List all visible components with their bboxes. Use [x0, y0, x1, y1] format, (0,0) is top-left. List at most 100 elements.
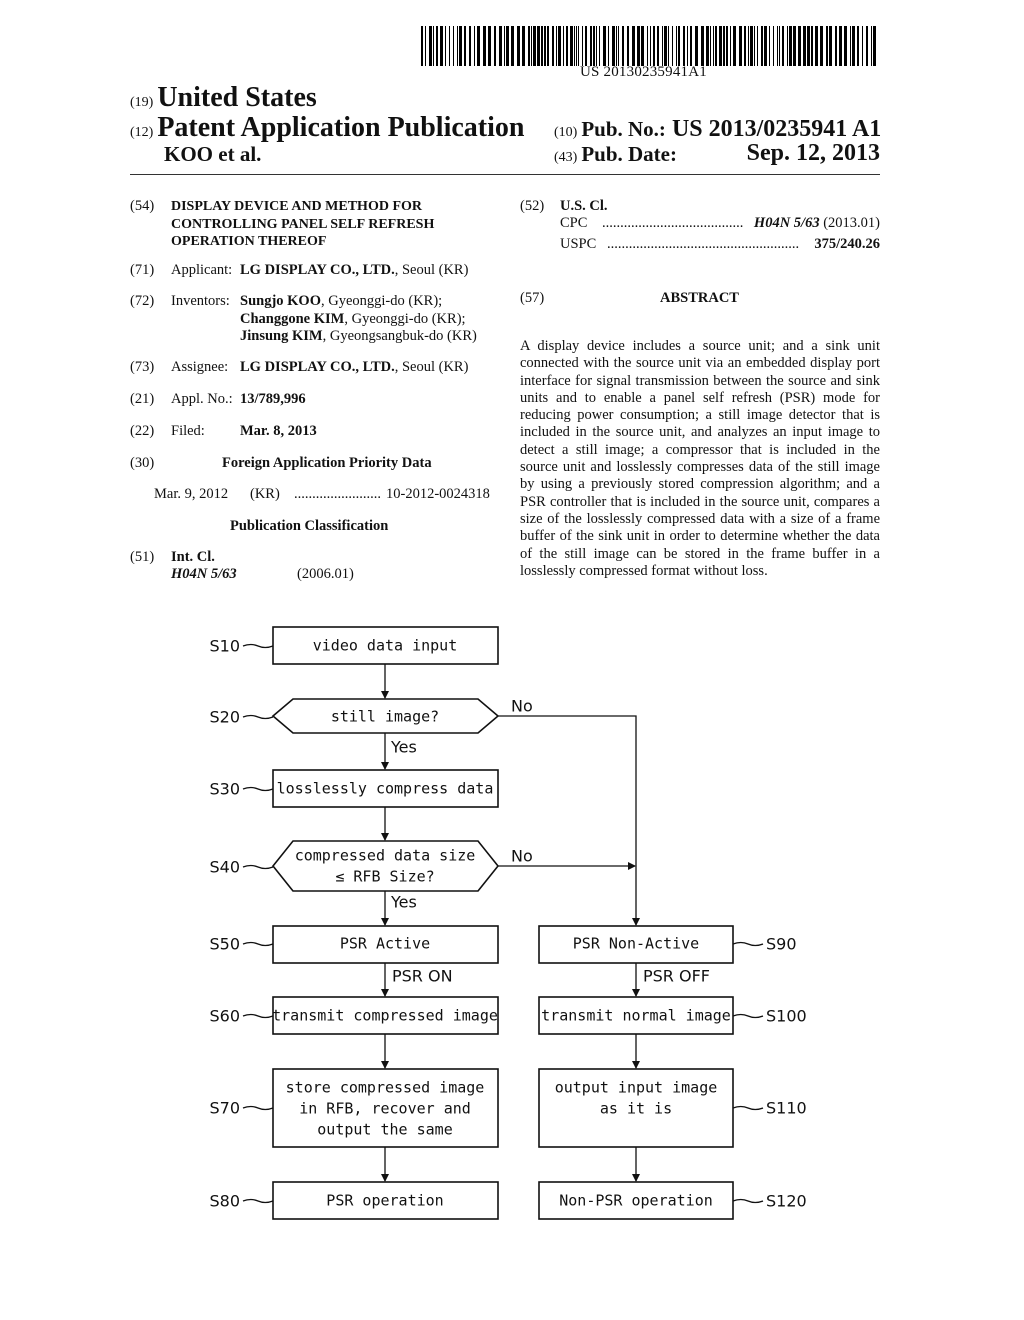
step-label-s30: S30 [209, 780, 240, 799]
leader-s90 [732, 941, 764, 947]
barcode-bar [695, 26, 698, 66]
barcode-bar [793, 26, 796, 66]
barcode-bar [457, 26, 458, 66]
pub-number-code: (10) [554, 125, 578, 140]
barcode-bar [474, 26, 475, 66]
barcode-bar [533, 26, 536, 66]
barcode-bar [459, 26, 462, 66]
doc-type-code: (12) [130, 125, 154, 140]
step-text-s50: PSR Active [340, 935, 430, 953]
barcode-bar [469, 26, 471, 66]
barcode-bar [608, 26, 609, 66]
leader-s80 [242, 1198, 274, 1204]
barcode-bar [719, 26, 722, 66]
barcode-bar [769, 26, 770, 66]
barcode-bar [662, 26, 663, 66]
leader-s120 [732, 1198, 764, 1204]
barcode-bar [425, 26, 426, 66]
applicant-value: LG DISPLAY CO., LTD., Seoul (KR) [240, 262, 468, 280]
barcode-bar [464, 26, 466, 66]
barcode-bar [857, 26, 859, 66]
authors: KOO et al. [164, 142, 262, 166]
step-text-s110-line1: output input image [555, 1079, 718, 1097]
barcode-bar [522, 26, 525, 66]
doc-type-heading: (12) Patent Application Publication [130, 112, 524, 144]
barcode-bar [582, 26, 583, 66]
barcode-bar [657, 26, 659, 66]
cpc-version: (2013.01) [823, 215, 880, 231]
pub-number-value: US 2013/0235941 A1 [671, 116, 882, 142]
step-text-s70-line1: store compressed image [286, 1079, 485, 1097]
assignee-label: Assignee: [171, 359, 229, 375]
priority-number: 10-2012-0024318 [386, 486, 490, 502]
uspc-label: USPC [560, 236, 597, 252]
pub-date-value: Sep. 12, 2013 [746, 140, 880, 166]
title-line-3: OPERATION THEREOF [171, 234, 327, 249]
barcode-bar [706, 26, 709, 66]
barcode-bar [506, 26, 509, 66]
barcode-bar [641, 26, 644, 66]
step-text-s100: transmit normal image [541, 1007, 731, 1025]
barcode-bar [723, 26, 725, 66]
barcode-bar [754, 26, 755, 66]
barcode-bar [687, 26, 688, 66]
barcode [421, 26, 879, 66]
barcode-number: US 20130235941A1 [580, 64, 707, 80]
barcode-bar [750, 26, 753, 66]
barcode-bar [761, 26, 763, 66]
barcode-bar [726, 26, 728, 66]
barcode-bar [433, 26, 434, 66]
us-cl-code: (52) [520, 198, 545, 214]
barcode-bar [574, 26, 575, 66]
int-cl-code: (51) [130, 549, 155, 565]
barcode-bar [544, 26, 546, 66]
pub-date-code: (43) [554, 150, 578, 165]
barcode-bar [440, 26, 443, 66]
barcode-bar [873, 26, 876, 66]
foreign-priority-heading: Foreign Application Priority Data [222, 455, 432, 471]
barcode-bar [744, 26, 746, 66]
barcode-bar [429, 26, 432, 66]
step-label-s20: S20 [209, 708, 240, 727]
step-label-s100: S100 [766, 1007, 807, 1026]
barcode-bar [541, 26, 543, 66]
barcode-bar [576, 26, 577, 66]
filed-value: Mar. 8, 2013 [240, 423, 317, 439]
title-field: (54) DISPLAY DEVICE AND METHOD FOR CONTR… [130, 198, 490, 251]
appl-no-code: (21) [130, 391, 155, 407]
barcode-bar [811, 26, 813, 66]
barcode-bar [787, 26, 788, 66]
step-label-s40: S40 [209, 858, 240, 877]
title-line-2: CONTROLLING PANEL SELF REFRESH [171, 216, 435, 232]
barcode-bar [445, 26, 446, 66]
barcode-bar [871, 26, 872, 66]
cpc-class: H04N 5/63 [753, 215, 820, 231]
barcode-bar [835, 26, 837, 66]
barcode-bar [599, 26, 600, 66]
barcode-bar [618, 26, 619, 66]
barcode-bar [494, 26, 496, 66]
step-label-s110: S110 [766, 1099, 807, 1118]
barcode-bar [616, 26, 617, 66]
barcode-bar [637, 26, 640, 66]
barcode-bar [547, 26, 549, 66]
barcode-bar [453, 26, 454, 66]
barcode-bar [477, 26, 480, 66]
barcode-bar [730, 26, 731, 66]
step-text-s30: losslessly compress data [277, 780, 494, 798]
step-text-s90: PSR Non-Active [573, 935, 699, 953]
barcode-bar [668, 26, 669, 66]
leader-s110 [732, 1105, 764, 1111]
barcode-bar [449, 26, 450, 66]
title-code: (54) [130, 198, 155, 214]
barcode-bar [570, 26, 573, 66]
appl-no-label: Appl. No.: [171, 391, 233, 407]
country-name: United States [157, 82, 317, 113]
pub-date: (43) Pub. Date: Sep. 12, 2013 [554, 140, 880, 167]
barcode-bar [647, 26, 648, 66]
barcode-bar [850, 26, 851, 66]
inventor-name: Sungjo KOO [240, 293, 321, 309]
pub-number: (10) Pub. No.: US 2013/0235941 A1 [554, 116, 881, 143]
barcode-bar [713, 26, 714, 66]
filed-label: Filed: [171, 423, 205, 439]
